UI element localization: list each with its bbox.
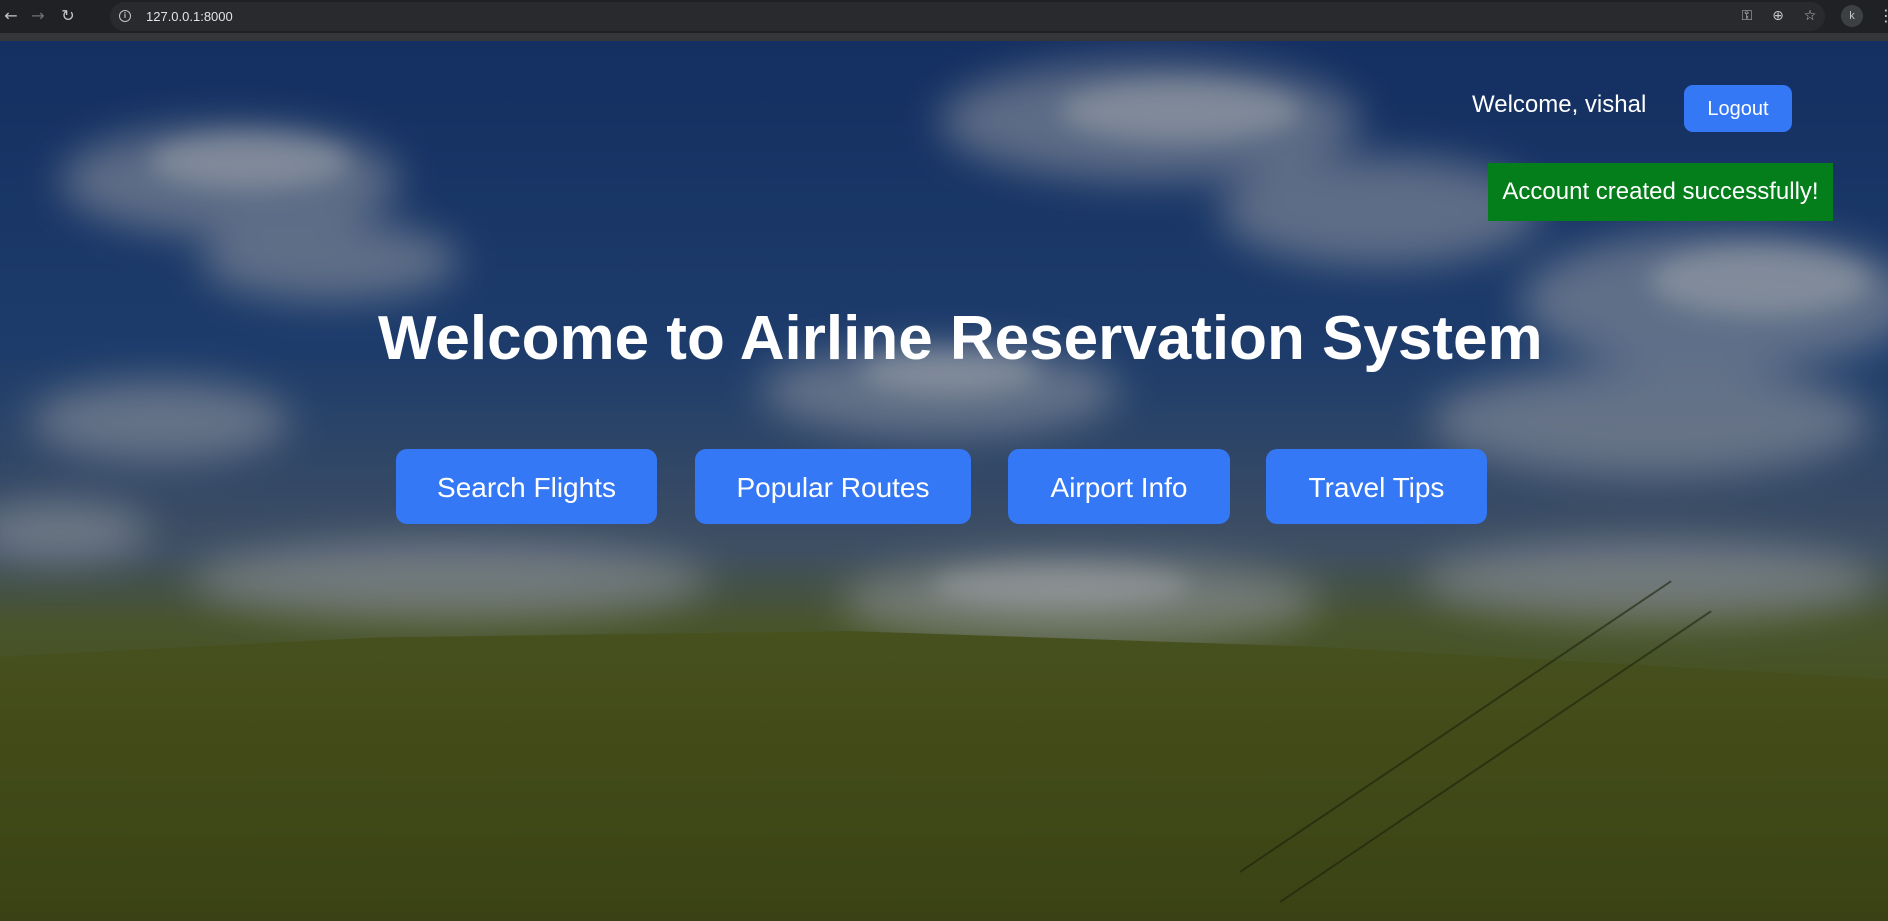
airport-info-button[interactable]: Airport Info [1008, 449, 1230, 524]
page-background: Welcome, vishal Logout Account created s… [0, 41, 1888, 921]
welcome-user-text: Welcome, vishal [1472, 91, 1647, 118]
browser-toolbar: ← → ↻ i 127.0.0.1:8000 ⚿ ⊕ ☆ k ⋮ [0, 0, 1888, 41]
site-info-icon[interactable]: i [119, 10, 131, 22]
success-alert: Account created successfully! [1488, 163, 1833, 221]
browser-menu-icon[interactable]: ⋮ [1878, 5, 1888, 27]
address-url[interactable]: 127.0.0.1:8000 [146, 9, 233, 24]
bookmark-star-icon[interactable]: ☆ [1800, 6, 1820, 26]
reload-icon[interactable]: ↻ [57, 5, 79, 27]
popular-routes-button[interactable]: Popular Routes [695, 449, 971, 524]
back-icon[interactable]: ← [0, 5, 22, 27]
travel-tips-button[interactable]: Travel Tips [1266, 449, 1487, 524]
logout-button[interactable]: Logout [1684, 85, 1792, 132]
search-flights-button[interactable]: Search Flights [396, 449, 657, 524]
profile-avatar[interactable]: k [1841, 5, 1863, 27]
address-bar[interactable]: i 127.0.0.1:8000 ⚿ ⊕ ☆ [110, 2, 1825, 31]
password-key-icon[interactable]: ⚿ [1737, 6, 1757, 26]
zoom-icon[interactable]: ⊕ [1768, 6, 1788, 26]
page-title: Welcome to Airline Reservation System [378, 304, 1543, 373]
forward-icon[interactable]: → [27, 5, 49, 27]
